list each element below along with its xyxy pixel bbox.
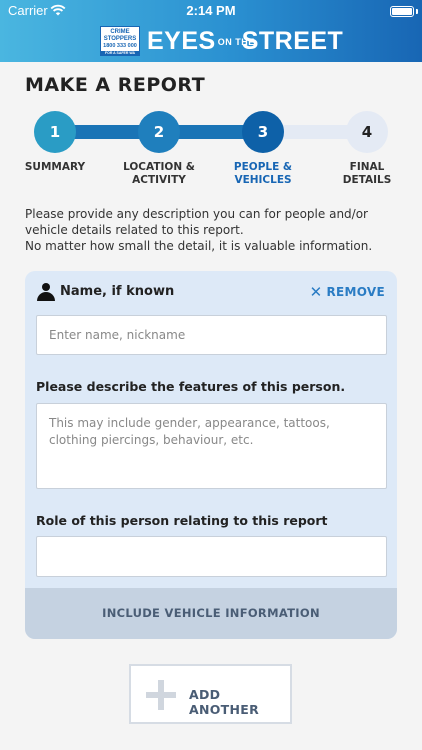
person-icon xyxy=(37,283,55,301)
battery-tip xyxy=(416,9,418,14)
intro-line-1: Please provide any description you can f… xyxy=(25,207,368,237)
person-description-input[interactable]: This may include gender, appearance, tat… xyxy=(36,403,387,489)
add-another-label: ADD ANOTHER xyxy=(189,687,260,717)
step-1-circle[interactable]: 1 xyxy=(34,111,76,153)
badge-line2: STOPPERS xyxy=(103,35,137,42)
description-label: Please describe the features of this per… xyxy=(36,379,346,394)
include-vehicle-button[interactable]: INCLUDE VEHICLE INFORMATION xyxy=(25,588,397,639)
app-title: EYES ON THESTREET xyxy=(147,27,343,55)
close-icon: ✕ xyxy=(309,283,323,301)
step-2-label: LOCATION & ACTIVITY xyxy=(123,161,195,186)
badge-phone: 1800 333 000 xyxy=(103,43,137,49)
person-card: Name, if known ✕ REMOVE Enter name, nickn… xyxy=(25,271,397,639)
crime-stoppers-badge: CRIME STOPPERS 1800 333 000 FOR A SAFER … xyxy=(100,26,140,56)
clock: 2:14 PM xyxy=(186,3,236,18)
intro-line-2: No matter how small the detail, it is va… xyxy=(25,239,373,253)
remove-label: REMOVE xyxy=(326,285,385,299)
person-role-input[interactable] xyxy=(36,536,387,577)
battery-icon xyxy=(390,6,414,17)
app-header: Carrier 2:14 PM CRIME STOPPERS 1800 333 … xyxy=(0,0,422,62)
step-1-label: SUMMARY xyxy=(24,161,86,173)
role-label: Role of this person relating to this rep… xyxy=(36,513,328,528)
step-2-circle[interactable]: 2 xyxy=(138,111,180,153)
status-bar: Carrier 2:14 PM xyxy=(0,0,422,22)
person-name-input[interactable]: Enter name, nickname xyxy=(36,315,387,355)
app-title-right: STREET xyxy=(241,27,344,55)
app-title-left: EYES xyxy=(147,27,216,55)
page-title: MAKE A REPORT xyxy=(25,74,206,96)
step-3-label: PEOPLE & VEHICLES xyxy=(233,161,293,186)
step-4-circle[interactable]: 4 xyxy=(346,111,388,153)
step-4-label: FINAL DETAILS xyxy=(342,161,392,186)
person-name-heading: Name, if known xyxy=(60,284,175,299)
intro-text: Please provide any description you can f… xyxy=(25,206,405,254)
app-title-small: ON THE xyxy=(217,36,255,47)
plus-icon xyxy=(146,680,176,710)
badge-tag: FOR A SAFER WA xyxy=(101,50,139,56)
add-another-button[interactable]: ADD ANOTHER xyxy=(129,664,292,724)
step-3-circle[interactable]: 3 xyxy=(242,111,284,153)
remove-person-button[interactable]: ✕ REMOVE xyxy=(310,283,385,301)
